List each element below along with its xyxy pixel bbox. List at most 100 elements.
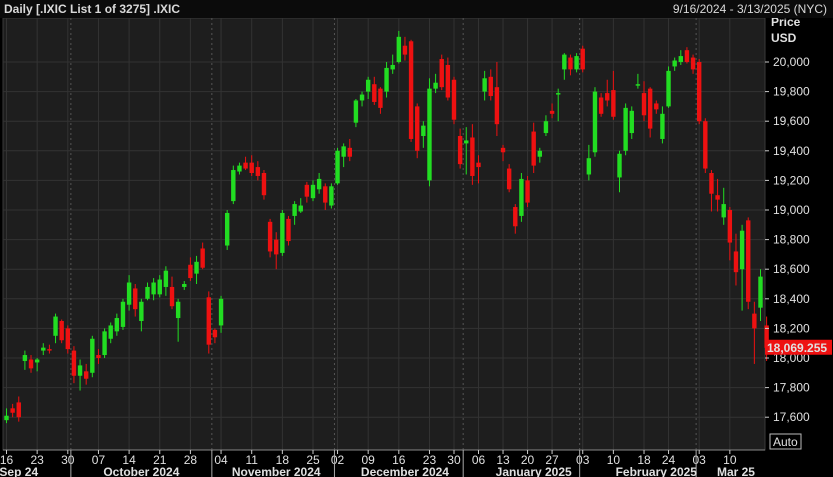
candle-body	[341, 146, 346, 157]
candle-body	[635, 84, 641, 86]
candle	[746, 217, 751, 310]
candle-body	[415, 106, 420, 151]
candle-body	[605, 93, 610, 101]
candle-body	[372, 84, 377, 102]
candle	[592, 87, 598, 157]
candle	[580, 45, 585, 73]
x-day-label: 06	[472, 453, 486, 467]
candle-body	[286, 218, 291, 242]
x-month-label: October 2024	[103, 465, 179, 477]
candle-body	[243, 162, 248, 169]
auto-scale-button[interactable]: Auto	[769, 433, 802, 450]
candle-body	[574, 56, 579, 70]
candle-body	[365, 79, 371, 92]
candle-body	[746, 220, 751, 302]
candle-body	[267, 221, 273, 252]
candle	[102, 328, 107, 358]
candle-body	[457, 136, 463, 165]
candle-body	[96, 355, 101, 358]
candle-body	[59, 321, 64, 341]
candle	[451, 76, 457, 125]
candle-body	[108, 325, 113, 339]
x-month-label: November 2024	[232, 465, 321, 477]
candle-body	[47, 349, 52, 351]
auto-button-label[interactable]: Auto	[773, 435, 798, 449]
y-tick-label: 18,800	[773, 233, 810, 247]
candle-body	[304, 184, 310, 197]
candle-body	[482, 78, 487, 92]
candle-body	[298, 205, 303, 212]
candle-body	[519, 178, 524, 216]
candle	[231, 165, 236, 205]
candle	[120, 298, 126, 330]
candle-body	[231, 170, 236, 202]
candle-body	[752, 313, 757, 329]
candle	[206, 291, 211, 354]
candle-body	[90, 338, 95, 373]
candlestick-chart[interactable]: Price USD 17,60017,80018,00018,20018,400…	[0, 18, 833, 477]
candle-body	[733, 251, 739, 273]
candle-body	[531, 131, 536, 166]
candle-body	[77, 365, 83, 376]
candle-body	[402, 45, 408, 55]
y-axis-title-line-1: Price	[771, 18, 801, 29]
candle-body	[654, 103, 659, 110]
x-month-label: December 2024	[361, 465, 449, 477]
candle-body	[126, 282, 132, 305]
x-day-label: 04	[214, 453, 228, 467]
candle-body	[678, 56, 683, 62]
candle-body	[329, 186, 334, 206]
candle-body	[71, 350, 77, 376]
candle-body	[525, 180, 530, 203]
candle-body	[41, 347, 46, 351]
candle-body	[224, 212, 230, 246]
candle-body	[476, 162, 481, 168]
candle-body	[580, 48, 585, 70]
candle-body	[684, 50, 690, 62]
candle-body	[237, 165, 242, 172]
candle-body	[647, 88, 653, 129]
last-price-marker: 18,069.255	[765, 339, 832, 355]
candle-body	[709, 173, 714, 194]
candle-body	[598, 97, 604, 114]
candle-body	[390, 64, 395, 70]
candle-body	[175, 301, 181, 319]
candle-body	[666, 70, 671, 107]
candle-body	[200, 248, 205, 268]
candle-body	[445, 64, 451, 98]
candle-body	[218, 298, 224, 326]
candle-body	[537, 150, 543, 157]
candle-body	[451, 79, 457, 120]
candle-body	[464, 140, 469, 144]
candle	[408, 39, 414, 142]
candle	[703, 118, 708, 173]
candle-body	[641, 93, 647, 116]
candle-body	[4, 415, 9, 421]
candle	[696, 59, 702, 125]
candle	[623, 103, 628, 156]
candle-body	[139, 301, 144, 321]
candle-body	[133, 288, 138, 310]
candle-body	[500, 147, 506, 153]
candle-body	[163, 270, 169, 287]
x-month-label: January 2025	[496, 465, 572, 477]
candle-body	[145, 286, 150, 299]
candle-body	[488, 76, 493, 97]
candle-body	[378, 88, 383, 108]
candle-body	[274, 239, 279, 255]
candle-body	[28, 359, 34, 369]
candle-body	[660, 113, 665, 139]
candle-body	[182, 284, 187, 287]
plot-area[interactable]	[2, 18, 766, 451]
candle	[666, 66, 671, 108]
candle-body	[549, 110, 555, 114]
candle-body	[433, 82, 438, 89]
candle-body	[16, 402, 21, 418]
candle-body	[439, 59, 444, 88]
candle-body	[188, 264, 193, 279]
candle-body	[114, 318, 120, 332]
candle-body	[617, 153, 622, 178]
candle-body	[65, 328, 70, 350]
candle	[439, 54, 444, 91]
candle-body	[384, 67, 389, 92]
